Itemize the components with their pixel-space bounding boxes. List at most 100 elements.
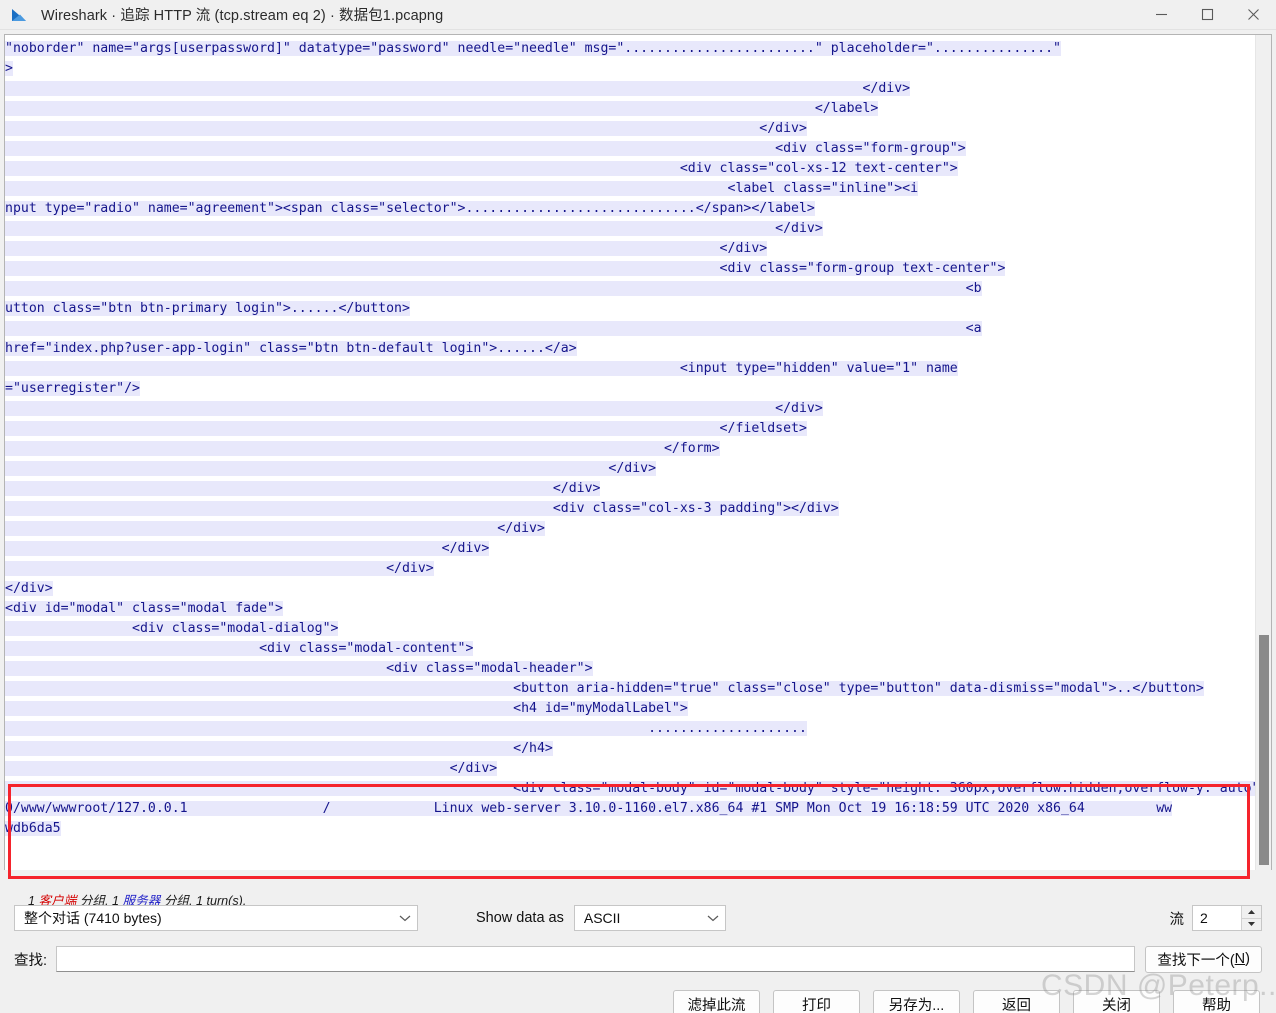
stream-line: <b — [5, 279, 1255, 299]
stream-line: <div id="modal" class="modal fade"> — [5, 599, 1255, 619]
stream-line: href="index.php?user-app-login" class="b… — [5, 339, 1255, 359]
print-button[interactable]: 打印 — [773, 989, 860, 1013]
show-data-as-value: ASCII — [583, 910, 621, 926]
stream-line-text: "noborder" name="args[userpassword]" dat… — [5, 41, 1061, 56]
stream-line-text: </div> — [5, 241, 768, 256]
stream-line-text: <div class="col-xs-12 text-center"> — [5, 161, 958, 176]
title-bar: Wireshark · 追踪 HTTP 流 (tcp.stream eq 2) … — [0, 0, 1276, 30]
chevron-down-icon — [707, 914, 719, 922]
stream-line-text: <b — [5, 281, 982, 296]
stream-line-text: href="index.php?user-app-login" class="b… — [5, 341, 577, 356]
stream-line: <div class="form-group"> — [5, 139, 1255, 159]
stream-line: > — [5, 59, 1255, 79]
find-input[interactable] — [56, 946, 1136, 972]
stream-line: </div> — [5, 559, 1255, 579]
conversation-select-value: 整个对话 (7410 bytes) — [24, 910, 162, 926]
stream-line: </div> — [5, 239, 1255, 259]
stream-line: <div class="modal-body" id="modal-body" … — [5, 779, 1255, 799]
vertical-scrollbar[interactable] — [1255, 35, 1271, 870]
stream-line-text: nput type="radio" name="agreement"><span… — [5, 201, 815, 216]
window-controls — [1138, 0, 1276, 30]
stream-line: </div> — [5, 479, 1255, 499]
stream-line-text: </div> — [5, 521, 545, 536]
stream-line-text: <h4 id="myModalLabel"> — [5, 701, 688, 716]
scrollbar-thumb[interactable] — [1259, 635, 1269, 865]
stream-line-text: </div> — [5, 481, 601, 496]
stream-line-text: </label> — [5, 101, 879, 116]
stream-line-text: <div class="modal-content"> — [5, 641, 474, 656]
stream-line-text: > — [5, 61, 13, 76]
stream-line: <div class="col-xs-12 text-center"> — [5, 159, 1255, 179]
stream-line: "noborder" name="args[userpassword]" dat… — [5, 39, 1255, 59]
triangle-up-icon[interactable] — [1242, 906, 1261, 919]
stream-line-text: wdb6da5 — [5, 821, 61, 836]
packet-count-status: 1 客户端 分组, 1 服务器 分组, 1 turn(s). — [14, 876, 1276, 908]
stream-line-text: <div class="modal-header"> — [5, 661, 593, 676]
save-as-button[interactable]: 另存为... — [873, 989, 960, 1013]
minimize-button[interactable] — [1138, 0, 1184, 30]
stream-line: <div class="col-xs-3 padding"></div> — [5, 499, 1255, 519]
stream-line-text: </div> — [5, 121, 807, 136]
stream-line-text: </div> — [5, 401, 823, 416]
stream-line: 0/www/wwwroot/127.0.0.1 / Linux web-serv… — [5, 799, 1255, 819]
back-button[interactable]: 返回 — [973, 989, 1060, 1013]
find-next-button[interactable]: 查找下一个(N) — [1145, 945, 1262, 973]
stepper-arrows — [1241, 906, 1261, 930]
wireshark-shark-fin-icon — [10, 7, 32, 23]
stream-line: <div class="modal-dialog"> — [5, 619, 1255, 639]
stream-line-text: <div id="modal" class="modal fade"> — [5, 601, 283, 616]
stream-line: wdb6da5 — [5, 819, 1255, 839]
stream-line: <h4 id="myModalLabel"> — [5, 699, 1255, 719]
stream-line: </div> — [5, 759, 1255, 779]
stream-line-text: <div class="col-xs-3 padding"></div> — [5, 501, 839, 516]
help-button[interactable]: 帮助 — [1173, 989, 1260, 1013]
show-data-as-label: Show data as — [476, 910, 564, 926]
stream-line-text: </h4> — [5, 741, 553, 756]
stream-line-text: </div> — [5, 541, 490, 556]
stream-line-text: ="userregister"/> — [5, 381, 140, 396]
stream-line-text: <input type="hidden" value="1" name — [5, 361, 958, 376]
stream-number-stepper[interactable]: 2 — [1192, 905, 1262, 931]
stream-text[interactable]: "noborder" name="args[userpassword]" dat… — [5, 35, 1255, 870]
stream-line: </div> — [5, 79, 1255, 99]
close-dialog-button[interactable]: 关闭 — [1073, 989, 1160, 1013]
stream-line: nput type="radio" name="agreement"><span… — [5, 199, 1255, 219]
stream-line: </div> — [5, 219, 1255, 239]
stream-line: <div class="modal-content"> — [5, 639, 1255, 659]
stream-number-label: 流 — [1169, 911, 1185, 928]
stream-line: <button aria-hidden="true" class="close"… — [5, 679, 1255, 699]
stream-number-group: 流 2 — [1169, 905, 1262, 931]
stream-line: </div> — [5, 539, 1255, 559]
stream-line: <input type="hidden" value="1" name — [5, 359, 1255, 379]
stream-line-text: <div class="form-group text-center"> — [5, 261, 1006, 276]
stream-line-text: </div> — [5, 81, 911, 96]
find-label: 查找: — [14, 952, 48, 969]
stream-line: <div class="form-group text-center"> — [5, 259, 1255, 279]
stream-line-text: <div class="modal-body" id="modal-body" … — [5, 781, 1255, 796]
stream-line: </label> — [5, 99, 1255, 119]
stream-number-value[interactable]: 2 — [1193, 906, 1241, 930]
stream-line: <div class="modal-header"> — [5, 659, 1255, 679]
stream-line-text: <button aria-hidden="true" class="close"… — [5, 681, 1204, 696]
stream-line-text: </div> — [5, 581, 53, 596]
stream-line-text: .................... — [5, 721, 807, 736]
stream-line: .................... — [5, 719, 1255, 739]
show-data-as-select[interactable]: ASCII — [573, 905, 726, 931]
conversation-select[interactable]: 整个对话 (7410 bytes) — [14, 905, 418, 931]
find-row: 查找: 查找下一个(N) — [0, 944, 1276, 974]
close-button[interactable] — [1230, 0, 1276, 30]
stream-line-text: </form> — [5, 441, 720, 456]
window-title: Wireshark · 追踪 HTTP 流 (tcp.stream eq 2) … — [41, 8, 444, 24]
controls-row: 整个对话 (7410 bytes) Show data as ASCII 流 2 — [0, 901, 1276, 935]
stream-line-text: 0/www/wwwroot/127.0.0.1 / Linux web-serv… — [5, 801, 1173, 816]
find-next-accel: N — [1234, 951, 1246, 967]
stream-line: </fieldset> — [5, 419, 1255, 439]
maximize-button[interactable] — [1184, 0, 1230, 30]
triangle-down-icon[interactable] — [1242, 919, 1261, 931]
stream-content-pane: "noborder" name="args[userpassword]" dat… — [4, 34, 1272, 870]
filter-out-stream-button[interactable]: 滤掉此流 — [673, 989, 760, 1013]
find-next-suffix: ) — [1245, 951, 1250, 967]
stream-line: </div> — [5, 399, 1255, 419]
stream-line-text: <a — [5, 321, 982, 336]
stream-line: </div> — [5, 519, 1255, 539]
